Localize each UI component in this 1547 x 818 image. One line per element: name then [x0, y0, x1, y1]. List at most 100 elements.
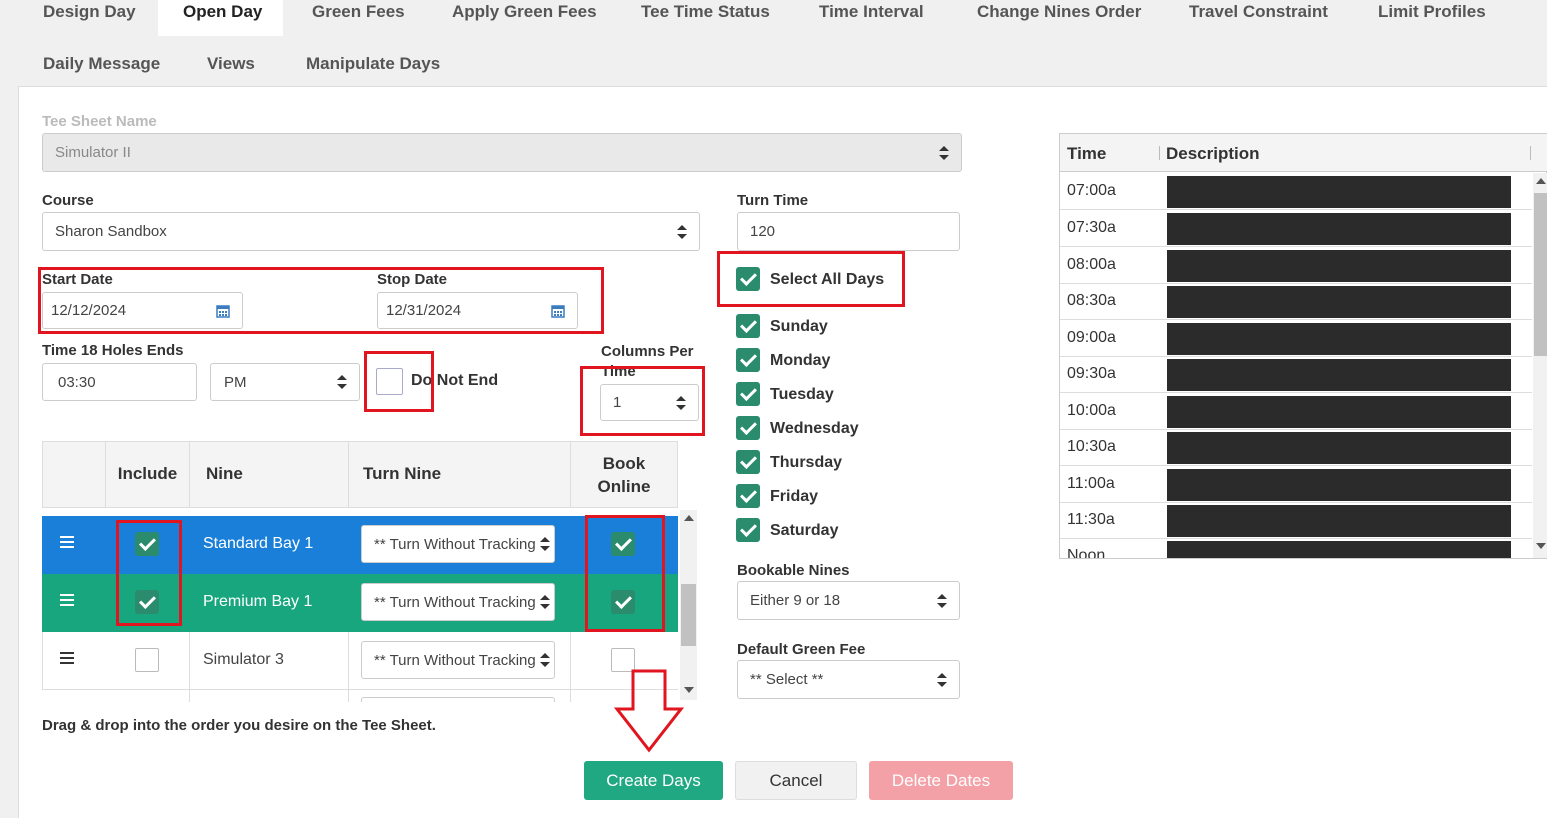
friday-checkbox[interactable]	[736, 484, 760, 508]
tab-green-fees[interactable]: Green Fees	[312, 2, 405, 22]
time-row[interactable]: 07:30a	[1060, 210, 1532, 247]
day-label: Friday	[770, 488, 819, 505]
header-book-online[interactable]: Book Online	[580, 452, 668, 498]
time-row[interactable]: 07:00a	[1060, 173, 1532, 210]
cancel-button[interactable]: Cancel	[735, 761, 857, 800]
day-label: Tuesday	[770, 386, 834, 403]
time-value: 09:00a	[1067, 329, 1116, 346]
header-include[interactable]: Include	[106, 464, 189, 484]
highlight-box-include	[116, 520, 182, 626]
time18-value: 03:30	[58, 373, 96, 391]
select-arrow-icon	[937, 672, 947, 687]
tab-time-interval[interactable]: Time Interval	[819, 2, 924, 22]
thursday-checkbox[interactable]	[736, 450, 760, 474]
default-green-fee-value: ** Select **	[750, 671, 824, 688]
time-value: 07:00a	[1067, 182, 1116, 199]
tab-open-day[interactable]: Open Day	[158, 0, 283, 36]
create-days-button[interactable]: Create Days	[584, 761, 723, 800]
time-table-scroll-thumb[interactable]	[1534, 193, 1547, 356]
time-row[interactable]: 09:30a	[1060, 356, 1532, 393]
turn-nine-value: ** Turn Without Tracking	[374, 535, 536, 553]
turn-nine-select[interactable]: ** Turn Without Tracking	[361, 641, 555, 679]
select-arrow-icon	[937, 593, 947, 608]
description-redacted	[1167, 432, 1511, 464]
time-row[interactable]: 10:30a	[1060, 429, 1532, 466]
time-row[interactable]: Noon	[1060, 538, 1532, 558]
course-value: Sharon Sandbox	[55, 223, 167, 240]
wednesday-checkbox[interactable]	[736, 416, 760, 440]
turn-nine-select[interactable]: ** Turn Without Tracking	[361, 583, 555, 621]
time-value: 08:30a	[1067, 292, 1116, 309]
drag-handle-icon[interactable]	[60, 536, 74, 548]
ampm-select[interactable]: PM	[210, 363, 360, 401]
tuesday-checkbox[interactable]	[736, 382, 760, 406]
select-arrow-icon	[337, 375, 347, 389]
header-description[interactable]: Description	[1166, 144, 1260, 164]
day-label: Saturday	[770, 522, 839, 539]
turn-time-input[interactable]: 120	[737, 212, 960, 251]
description-redacted	[1167, 323, 1511, 355]
description-redacted	[1167, 505, 1511, 537]
scroll-up-icon[interactable]	[684, 515, 694, 521]
col-divider	[189, 441, 190, 508]
scroll-down-icon[interactable]	[1536, 543, 1546, 549]
tab-apply-green-fees[interactable]: Apply Green Fees	[452, 2, 597, 22]
tab-travel-constraint[interactable]: Travel Constraint	[1189, 2, 1328, 22]
tee-sheet-name-label: Tee Sheet Name	[42, 113, 157, 130]
time18-label: Time 18 Holes Ends	[42, 342, 184, 359]
tee-sheet-name-select[interactable]: Simulator II	[42, 133, 962, 172]
course-select[interactable]: Sharon Sandbox	[42, 212, 700, 251]
time-value: Noon	[1067, 547, 1106, 558]
description-redacted	[1167, 286, 1511, 318]
time-row[interactable]: 11:00a	[1060, 466, 1532, 503]
table-scroll-thumb[interactable]	[681, 584, 696, 646]
tab-tee-time-status[interactable]: Tee Time Status	[641, 2, 770, 22]
drag-handle-icon[interactable]	[60, 594, 74, 606]
include-checkbox[interactable]	[135, 648, 159, 672]
select-arrow-icon	[540, 653, 550, 667]
col-divider	[189, 632, 190, 702]
drag-handle-icon[interactable]	[60, 652, 74, 664]
tab-change-nines-order[interactable]: Change Nines Order	[977, 2, 1141, 22]
description-redacted	[1167, 250, 1511, 282]
highlight-box-dates	[38, 267, 604, 334]
turn-nine-select[interactable]: ** Turn Without Tracking	[361, 525, 555, 563]
time18-input[interactable]: 03:30	[42, 363, 197, 401]
time-row[interactable]: 10:00a	[1060, 393, 1532, 430]
tab-limit-profiles[interactable]: Limit Profiles	[1378, 2, 1486, 22]
header-turn-nine[interactable]: Turn Nine	[363, 464, 441, 484]
time-row[interactable]: 11:30a	[1060, 502, 1532, 539]
time-row[interactable]: 08:00a	[1060, 247, 1532, 284]
delete-dates-button[interactable]: Delete Dates	[869, 761, 1013, 800]
scroll-up-icon[interactable]	[1536, 178, 1546, 184]
time-value: 10:30a	[1067, 438, 1116, 455]
bookable-nines-select[interactable]: Either 9 or 18	[737, 581, 960, 620]
highlight-box-do-not-end	[364, 351, 434, 412]
col-divider	[348, 441, 349, 508]
col-divider	[570, 632, 571, 702]
drag-drop-hint: Drag & drop into the order you desire on…	[42, 717, 436, 734]
time-row[interactable]: 09:00a	[1060, 320, 1532, 357]
tee-sheet-name-value: Simulator II	[55, 144, 131, 161]
tab-design-day[interactable]: Design Day	[43, 2, 136, 22]
turn-nine-select-partial	[361, 697, 555, 702]
tab-views[interactable]: Views	[207, 54, 255, 74]
description-redacted	[1167, 213, 1511, 245]
scroll-down-icon[interactable]	[684, 687, 694, 693]
header-time[interactable]: Time	[1067, 144, 1106, 164]
time-table-header	[1060, 134, 1547, 172]
turn-time-label: Turn Time	[737, 192, 809, 209]
tab-daily-message[interactable]: Daily Message	[43, 54, 160, 74]
time-value: 08:00a	[1067, 256, 1116, 273]
time-row[interactable]: 08:30a	[1060, 283, 1532, 320]
default-green-fee-select[interactable]: ** Select **	[737, 660, 960, 699]
col-divider	[1159, 146, 1160, 160]
header-nine[interactable]: Nine	[206, 464, 243, 484]
tab-manipulate-days[interactable]: Manipulate Days	[306, 54, 440, 74]
highlight-box-columns	[580, 366, 705, 436]
description-redacted	[1167, 359, 1511, 391]
day-label: Wednesday	[770, 420, 859, 437]
sunday-checkbox[interactable]	[736, 314, 760, 338]
monday-checkbox[interactable]	[736, 348, 760, 372]
saturday-checkbox[interactable]	[736, 518, 760, 542]
